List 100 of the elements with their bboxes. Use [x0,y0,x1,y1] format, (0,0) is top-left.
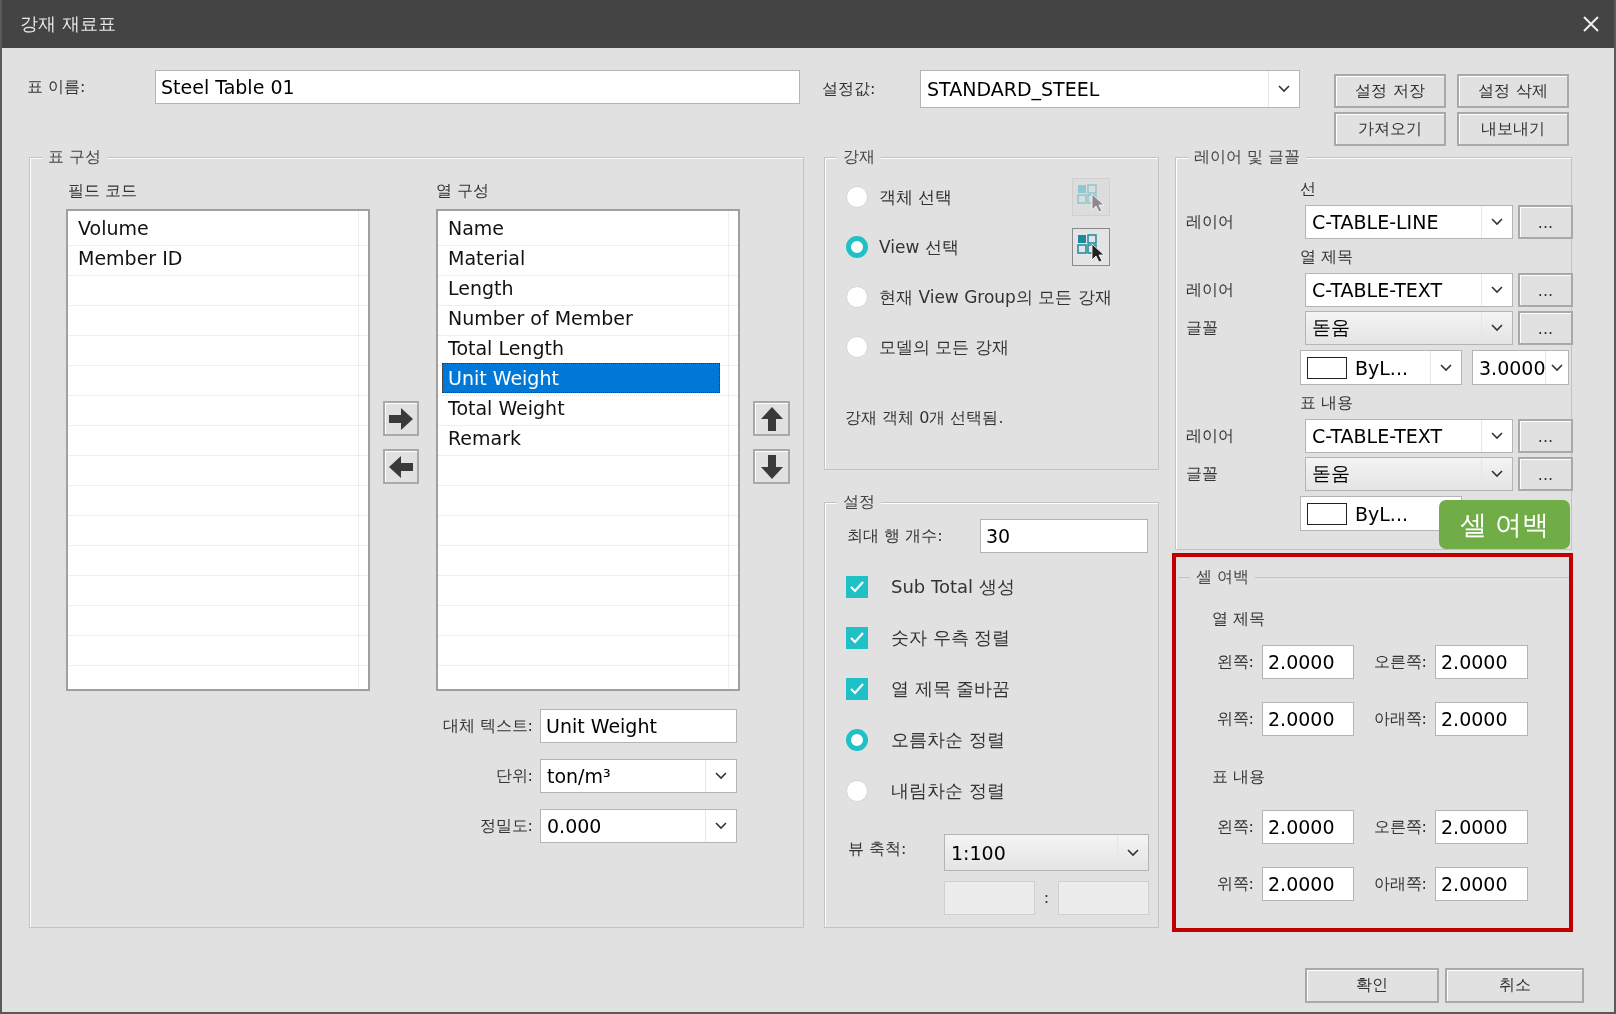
radio-button[interactable] [846,286,868,308]
callout-badge: 셀 여백 [1439,500,1570,549]
list-item[interactable]: Length [442,273,720,303]
field-label: 왼쪽: [1216,816,1254,838]
text-field[interactable]: 2.0000 [1262,702,1354,736]
list-item[interactable]: Total Length [442,333,720,363]
dropdown[interactable]: ton/m³ [540,759,737,793]
radio-button[interactable] [846,236,868,258]
text-field[interactable]: 2.0000 [1435,702,1528,736]
field-label: 레이어 [1186,279,1235,301]
list-item[interactable]: Volume [72,213,350,243]
chevron-down-icon [1491,286,1503,294]
radio-button[interactable] [846,779,868,802]
checkbox[interactable] [846,575,868,598]
field-label: 오른쪽: [1373,651,1427,673]
ratio-separator: : [1043,888,1050,907]
chevron-down-icon [1491,432,1503,440]
list-item[interactable]: Name [442,213,720,243]
list-item[interactable]: Remark [442,423,720,453]
section-heading: 표 내용 [1212,766,1267,788]
dropdown[interactable]: ByL... [1300,350,1462,385]
list-item[interactable]: Number of Member [442,303,720,333]
field-label: 오른쪽: [1373,816,1427,838]
text-field[interactable]: 2.0000 [1262,645,1354,679]
list-item[interactable]: Material [442,243,720,273]
text-field[interactable]: 2.0000 [1262,810,1354,844]
color-swatch [1307,502,1347,525]
move-down-button[interactable] [753,449,790,484]
field-label: 왼쪽: [1216,651,1254,673]
button[interactable]: 취소 [1445,968,1584,1003]
check-icon [849,579,865,594]
text-field[interactable]: Steel Table 01 [155,70,800,104]
field-label: 글꼴 [1186,463,1219,485]
window-title: 강재 재료표 [20,12,116,36]
field-label: 아래쪽: [1373,873,1427,895]
chevron-down-icon [1491,470,1503,478]
remove-button[interactable] [383,449,419,484]
text-field[interactable]: Unit Weight [540,709,737,743]
more-button[interactable]: ... [1518,273,1573,307]
chevron-down-icon [1278,85,1290,93]
field-label: 레이어 [1186,425,1235,447]
field-label: 글꼴 [1186,317,1219,339]
button[interactable]: 내보내기 [1457,112,1569,146]
dropdown[interactable]: 1:100 [944,834,1149,871]
list-label: 필드 코드 [68,181,138,202]
list-item[interactable]: Member ID [72,243,350,273]
more-button[interactable]: ... [1518,419,1573,453]
list-box[interactable]: Name Material Length Number of Member Total Length Unit Weight Total Weight Remark [436,209,740,691]
move-up-button[interactable] [753,401,790,436]
dropdown[interactable]: 돋움 [1305,457,1513,491]
field-label: 위쪽: [1216,873,1254,895]
field-label: 단위: [495,765,533,787]
checkbox-label: Sub Total 생성 [891,574,1015,599]
field-label: 최대 행 개수: [847,525,944,547]
chevron-down-icon [1491,324,1503,332]
dropdown[interactable]: C-TABLE-LINE [1305,205,1513,239]
more-button[interactable]: ... [1518,205,1573,239]
radio-label: 내림차순 정렬 [891,778,1005,803]
button[interactable]: 확인 [1305,968,1439,1003]
field-label: 레이어 [1186,211,1235,233]
color-swatch [1307,356,1347,379]
section-heading: 열 제목 [1212,608,1267,630]
section-heading: 표 내용 [1300,392,1355,414]
text-field[interactable]: 2.0000 [1435,867,1528,901]
radio-button[interactable] [846,336,868,358]
dropdown[interactable]: 0.000 [540,809,737,843]
more-button[interactable]: ... [1518,457,1573,491]
field-label: 아래쪽: [1373,708,1427,730]
list-item[interactable]: Unit Weight [442,363,720,393]
field-label: 위쪽: [1216,708,1254,730]
dropdown[interactable]: STANDARD_STEEL [920,70,1300,108]
checkbox[interactable] [846,677,868,700]
button[interactable]: 설정 저장 [1334,74,1446,108]
check-icon [849,630,865,645]
add-button[interactable] [383,401,419,436]
text-field[interactable]: 2.0000 [1262,867,1354,901]
more-button[interactable]: ... [1518,311,1573,345]
text-field[interactable]: 30 [980,519,1148,553]
field-label: 정밀도: [479,815,533,837]
radio-button[interactable] [846,186,868,208]
dropdown[interactable]: 돋움 [1305,311,1513,345]
button[interactable]: 가져오기 [1334,112,1446,146]
field-label: 뷰 축척: [848,838,908,860]
list-item[interactable]: Total Weight [442,393,720,423]
check-icon [849,681,865,696]
dropdown[interactable]: C-TABLE-TEXT [1305,273,1513,307]
text-field[interactable]: 2.0000 [1435,645,1528,679]
chevron-down-icon [1491,218,1503,226]
radio-label: 현재 View Group의 모든 강재 [879,285,1112,309]
dropdown[interactable]: 3.0000 [1472,350,1569,385]
list-box[interactable]: Volume Member ID [66,209,370,691]
select-tool-icon[interactable] [1072,228,1110,266]
field-label: 설정값: [822,78,877,100]
radio-button[interactable] [846,728,868,751]
text-field[interactable]: 2.0000 [1435,810,1528,844]
button[interactable]: 설정 삭제 [1457,74,1569,108]
checkbox[interactable] [846,626,868,649]
radio-label: 오름차순 정렬 [891,727,1005,752]
dropdown[interactable]: C-TABLE-TEXT [1305,419,1513,453]
chevron-down-icon [1440,363,1452,372]
